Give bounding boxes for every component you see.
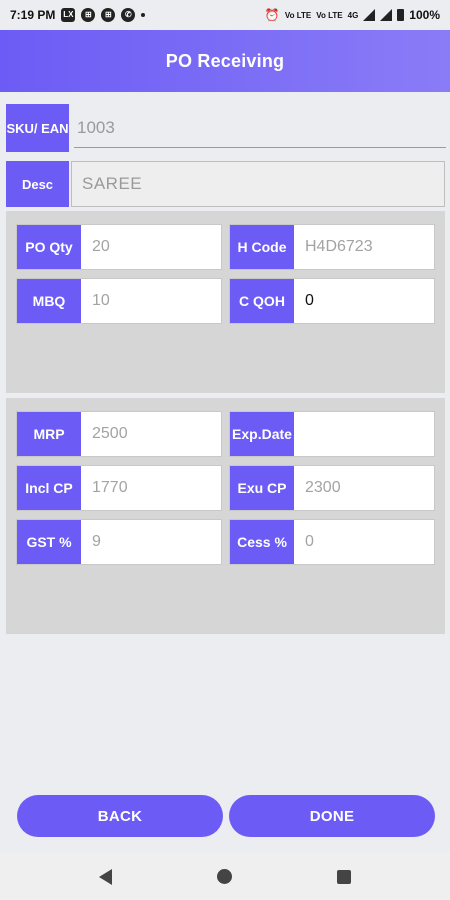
exu-cp-field: Exu CP 2300: [229, 465, 435, 511]
gst-field: GST % 9: [16, 519, 222, 565]
app-bar: PO Receiving: [0, 30, 450, 92]
incl-cp-field: Incl CP 1770: [16, 465, 222, 511]
grid-icon: ⊞: [101, 8, 116, 22]
alarm-icon: ⏰: [264, 8, 280, 22]
back-button[interactable]: BACK: [17, 795, 223, 837]
desc-label: Desc: [6, 161, 69, 207]
status-time: 7:19 PM: [10, 8, 56, 22]
incl-cp-label: Incl CP: [17, 466, 81, 510]
page-title: PO Receiving: [165, 50, 285, 71]
notification-dot-icon: [141, 13, 146, 17]
exu-cp-label: Exu CP: [230, 466, 294, 510]
c-qoh-label: C QOH: [230, 279, 294, 323]
whatsapp-icon: ✆: [121, 8, 136, 22]
gst-label: GST %: [17, 520, 81, 564]
signal-icon: [380, 9, 393, 21]
mrp-label: MRP: [17, 412, 81, 456]
pricing-panel: MRP 2500 Exp.Date Incl CP 1770 Exu CP 23…: [6, 398, 445, 634]
gst-input[interactable]: 9: [81, 520, 221, 564]
incl-cp-input[interactable]: 1770: [81, 466, 221, 510]
volte-icon: Vo LTE: [284, 10, 312, 20]
cess-input[interactable]: 0: [294, 520, 434, 564]
system-nav-bar: [0, 853, 450, 900]
cess-label: Cess %: [230, 520, 294, 564]
4g-icon: 4G: [347, 10, 359, 20]
volte-icon: Vo LTE: [316, 10, 343, 20]
battery-icon: [397, 9, 405, 21]
sku-label: SKU/ EAN: [6, 104, 69, 152]
desc-row: Desc SAREE: [6, 160, 445, 208]
h-code-field: H Code H4D6723: [229, 224, 435, 270]
mbq-field: MBQ 10: [16, 278, 222, 324]
status-bar: 7:19 PM LX ⊞ ⊞ ✆ ⏰ Vo LTE Vo LTE 4G 100%: [0, 0, 450, 30]
done-button[interactable]: DONE: [229, 795, 435, 837]
exu-cp-input[interactable]: 2300: [294, 466, 434, 510]
nav-recents-icon[interactable]: [337, 869, 351, 884]
po-qty-field: PO Qty 20: [16, 224, 222, 270]
h-code-label: H Code: [230, 225, 294, 269]
mbq-label: MBQ: [17, 279, 81, 323]
mbq-input[interactable]: 10: [81, 279, 221, 323]
po-qty-label: PO Qty: [17, 225, 81, 269]
nav-home-icon[interactable]: [217, 869, 232, 884]
grid-icon: ⊞: [81, 8, 96, 22]
h-code-input[interactable]: H4D6723: [294, 225, 434, 269]
po-qty-input[interactable]: 20: [81, 225, 221, 269]
stock-panel: PO Qty 20 H Code H4D6723 MBQ 10 C QOH 0: [6, 211, 445, 393]
exp-date-label: Exp.Date: [230, 412, 294, 456]
cess-field: Cess % 0: [229, 519, 435, 565]
sku-row: SKU/ EAN 1003: [6, 104, 446, 152]
sku-input[interactable]: 1003: [74, 108, 446, 148]
c-qoh-input[interactable]: 0: [294, 279, 434, 323]
desc-input[interactable]: SAREE: [71, 161, 445, 207]
nav-back-icon[interactable]: [99, 868, 112, 885]
battery-level: 100%: [409, 8, 440, 22]
mrp-input[interactable]: 2500: [81, 412, 221, 456]
lx-icon: LX: [61, 8, 76, 22]
exp-date-field: Exp.Date: [229, 411, 435, 457]
signal-icon: [363, 9, 376, 21]
c-qoh-field: C QOH 0: [229, 278, 435, 324]
exp-date-input[interactable]: [294, 412, 434, 456]
mrp-field: MRP 2500: [16, 411, 222, 457]
